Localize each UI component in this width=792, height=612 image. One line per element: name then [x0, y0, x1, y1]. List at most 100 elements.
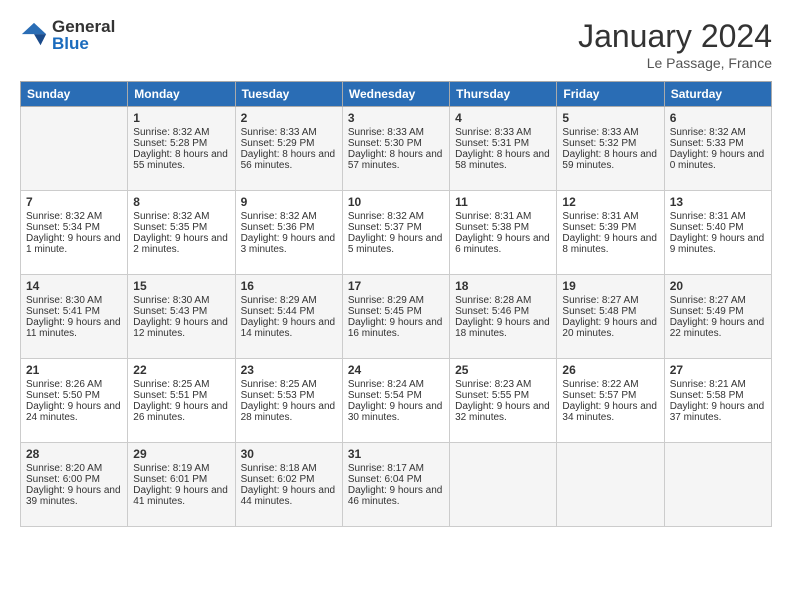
sunset-text: Sunset: 5:39 PM [562, 222, 658, 233]
day-number: 22 [133, 363, 229, 377]
daylight-text: Daylight: 9 hours and 46 minutes. [348, 485, 444, 507]
table-row: 17Sunrise: 8:29 AMSunset: 5:45 PMDayligh… [342, 275, 449, 359]
daylight-text: Daylight: 9 hours and 26 minutes. [133, 401, 229, 423]
sunset-text: Sunset: 5:50 PM [26, 390, 122, 401]
day-number: 25 [455, 363, 551, 377]
day-number: 13 [670, 195, 766, 209]
table-row: 3Sunrise: 8:33 AMSunset: 5:30 PMDaylight… [342, 107, 449, 191]
daylight-text: Daylight: 8 hours and 57 minutes. [348, 149, 444, 171]
table-row [450, 443, 557, 527]
day-number: 30 [241, 447, 337, 461]
sunset-text: Sunset: 5:43 PM [133, 306, 229, 317]
sunrise-text: Sunrise: 8:29 AM [348, 295, 444, 306]
table-row [21, 107, 128, 191]
table-row: 11Sunrise: 8:31 AMSunset: 5:38 PMDayligh… [450, 191, 557, 275]
daylight-text: Daylight: 8 hours and 58 minutes. [455, 149, 551, 171]
table-row: 27Sunrise: 8:21 AMSunset: 5:58 PMDayligh… [664, 359, 771, 443]
page: General Blue January 2024 Le Passage, Fr… [0, 0, 792, 612]
table-row: 13Sunrise: 8:31 AMSunset: 5:40 PMDayligh… [664, 191, 771, 275]
logo-text: General Blue [52, 18, 115, 52]
table-row: 5Sunrise: 8:33 AMSunset: 5:32 PMDaylight… [557, 107, 664, 191]
daylight-text: Daylight: 9 hours and 24 minutes. [26, 401, 122, 423]
day-number: 7 [26, 195, 122, 209]
day-number: 1 [133, 111, 229, 125]
sunset-text: Sunset: 5:28 PM [133, 138, 229, 149]
day-number: 12 [562, 195, 658, 209]
day-number: 31 [348, 447, 444, 461]
sunrise-text: Sunrise: 8:33 AM [241, 127, 337, 138]
day-number: 11 [455, 195, 551, 209]
logo-general: General [52, 18, 115, 35]
daylight-text: Daylight: 9 hours and 37 minutes. [670, 401, 766, 423]
sunrise-text: Sunrise: 8:31 AM [455, 211, 551, 222]
daylight-text: Daylight: 9 hours and 2 minutes. [133, 233, 229, 255]
sunrise-text: Sunrise: 8:32 AM [348, 211, 444, 222]
daylight-text: Daylight: 9 hours and 30 minutes. [348, 401, 444, 423]
sunset-text: Sunset: 5:40 PM [670, 222, 766, 233]
sunset-text: Sunset: 6:01 PM [133, 474, 229, 485]
sunset-text: Sunset: 5:29 PM [241, 138, 337, 149]
day-number: 29 [133, 447, 229, 461]
sunset-text: Sunset: 5:55 PM [455, 390, 551, 401]
table-row: 4Sunrise: 8:33 AMSunset: 5:31 PMDaylight… [450, 107, 557, 191]
day-number: 2 [241, 111, 337, 125]
sunset-text: Sunset: 5:54 PM [348, 390, 444, 401]
day-number: 24 [348, 363, 444, 377]
table-row: 20Sunrise: 8:27 AMSunset: 5:49 PMDayligh… [664, 275, 771, 359]
logo: General Blue [20, 18, 115, 52]
sunrise-text: Sunrise: 8:32 AM [26, 211, 122, 222]
sunrise-text: Sunrise: 8:19 AM [133, 463, 229, 474]
daylight-text: Daylight: 9 hours and 22 minutes. [670, 317, 766, 339]
sunrise-text: Sunrise: 8:29 AM [241, 295, 337, 306]
daylight-text: Daylight: 9 hours and 1 minute. [26, 233, 122, 255]
table-row: 18Sunrise: 8:28 AMSunset: 5:46 PMDayligh… [450, 275, 557, 359]
logo-icon [20, 21, 48, 49]
header: General Blue January 2024 Le Passage, Fr… [20, 18, 772, 71]
day-number: 14 [26, 279, 122, 293]
location-subtitle: Le Passage, France [578, 55, 772, 71]
week-row-4: 21Sunrise: 8:26 AMSunset: 5:50 PMDayligh… [21, 359, 772, 443]
table-row: 29 Sunrise: 8:19 AMSunset: 6:01 PMDayligh… [128, 443, 235, 527]
daylight-text: Daylight: 8 hours and 55 minutes. [133, 149, 229, 171]
daylight-text: Daylight: 9 hours and 44 minutes. [241, 485, 337, 507]
table-row: 2Sunrise: 8:33 AMSunset: 5:29 PMDaylight… [235, 107, 342, 191]
sunset-text: Sunset: 5:41 PM [26, 306, 122, 317]
daylight-text: Daylight: 9 hours and 18 minutes. [455, 317, 551, 339]
logo-blue: Blue [52, 35, 115, 52]
sunset-text: Sunset: 5:35 PM [133, 222, 229, 233]
sunset-text: Sunset: 5:53 PM [241, 390, 337, 401]
day-number: 9 [241, 195, 337, 209]
sunset-text: Sunset: 5:49 PM [670, 306, 766, 317]
sunrise-text: Sunrise: 8:24 AM [348, 379, 444, 390]
daylight-text: Daylight: 9 hours and 39 minutes. [26, 485, 122, 507]
day-number: 26 [562, 363, 658, 377]
sunrise-text: Sunrise: 8:33 AM [348, 127, 444, 138]
day-number: 3 [348, 111, 444, 125]
header-thursday: Thursday [450, 82, 557, 107]
sunset-text: Sunset: 5:32 PM [562, 138, 658, 149]
daylight-text: Daylight: 9 hours and 6 minutes. [455, 233, 551, 255]
table-row: 10Sunrise: 8:32 AMSunset: 5:37 PMDayligh… [342, 191, 449, 275]
table-row: 9Sunrise: 8:32 AMSunset: 5:36 PMDaylight… [235, 191, 342, 275]
sunrise-text: Sunrise: 8:28 AM [455, 295, 551, 306]
table-row: 28Sunrise: 8:20 AMSunset: 6:00 PMDayligh… [21, 443, 128, 527]
day-number: 5 [562, 111, 658, 125]
week-row-2: 7Sunrise: 8:32 AMSunset: 5:34 PMDaylight… [21, 191, 772, 275]
sunrise-text: Sunrise: 8:25 AM [241, 379, 337, 390]
table-row: 14Sunrise: 8:30 AMSunset: 5:41 PMDayligh… [21, 275, 128, 359]
sunset-text: Sunset: 5:37 PM [348, 222, 444, 233]
table-row: 21Sunrise: 8:26 AMSunset: 5:50 PMDayligh… [21, 359, 128, 443]
table-row: 19Sunrise: 8:27 AMSunset: 5:48 PMDayligh… [557, 275, 664, 359]
daylight-text: Daylight: 9 hours and 41 minutes. [133, 485, 229, 507]
sunrise-text: Sunrise: 8:21 AM [670, 379, 766, 390]
title-area: January 2024 Le Passage, France [578, 18, 772, 71]
daylight-text: Daylight: 9 hours and 34 minutes. [562, 401, 658, 423]
day-number: 19 [562, 279, 658, 293]
sunrise-text: Sunrise: 8:32 AM [133, 127, 229, 138]
header-saturday: Saturday [664, 82, 771, 107]
header-sunday: Sunday [21, 82, 128, 107]
sunrise-text: Sunrise: 8:33 AM [455, 127, 551, 138]
sunrise-text: Sunrise: 8:26 AM [26, 379, 122, 390]
sunset-text: Sunset: 6:04 PM [348, 474, 444, 485]
table-row [557, 443, 664, 527]
